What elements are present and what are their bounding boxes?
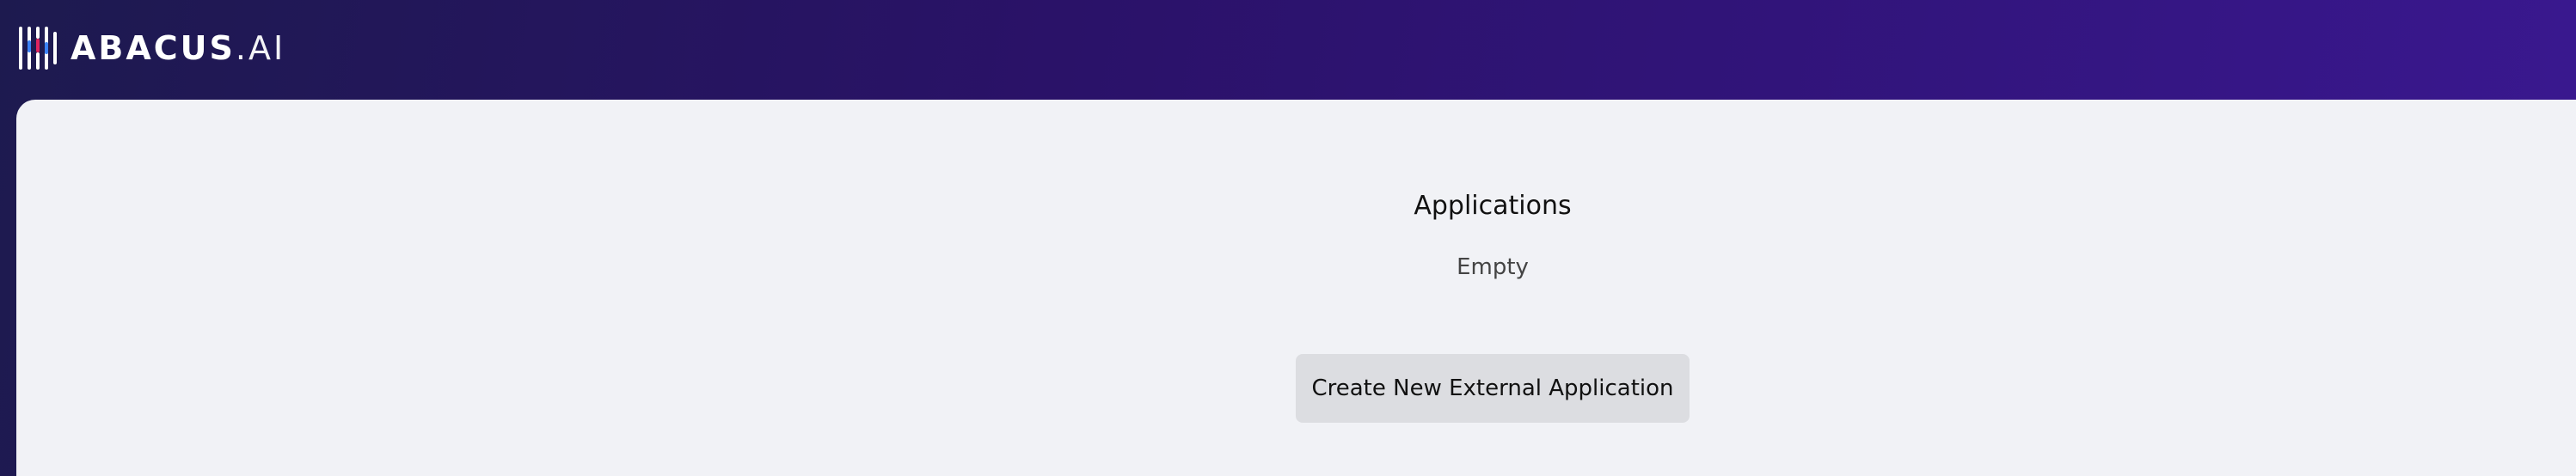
logo-wordmark: ABACUS.AI [71, 25, 285, 71]
empty-state-text: Empty [1457, 254, 1529, 280]
abacus-logo[interactable]: ABACUS.AI [17, 25, 285, 71]
abacus-logo-icon [19, 27, 57, 70]
main-content-panel: Applications Empty Create New External A… [16, 100, 2576, 476]
top-bar: ABACUS.AI [0, 0, 2576, 100]
logo-brand-suffix: .AI [235, 29, 286, 67]
create-external-application-button[interactable]: Create New External Application [1296, 354, 1690, 423]
create-button-container: Create New External Application [1235, 354, 1751, 423]
logo-brand-primary: ABACUS [71, 29, 236, 67]
page-title: Applications [1414, 191, 1572, 221]
